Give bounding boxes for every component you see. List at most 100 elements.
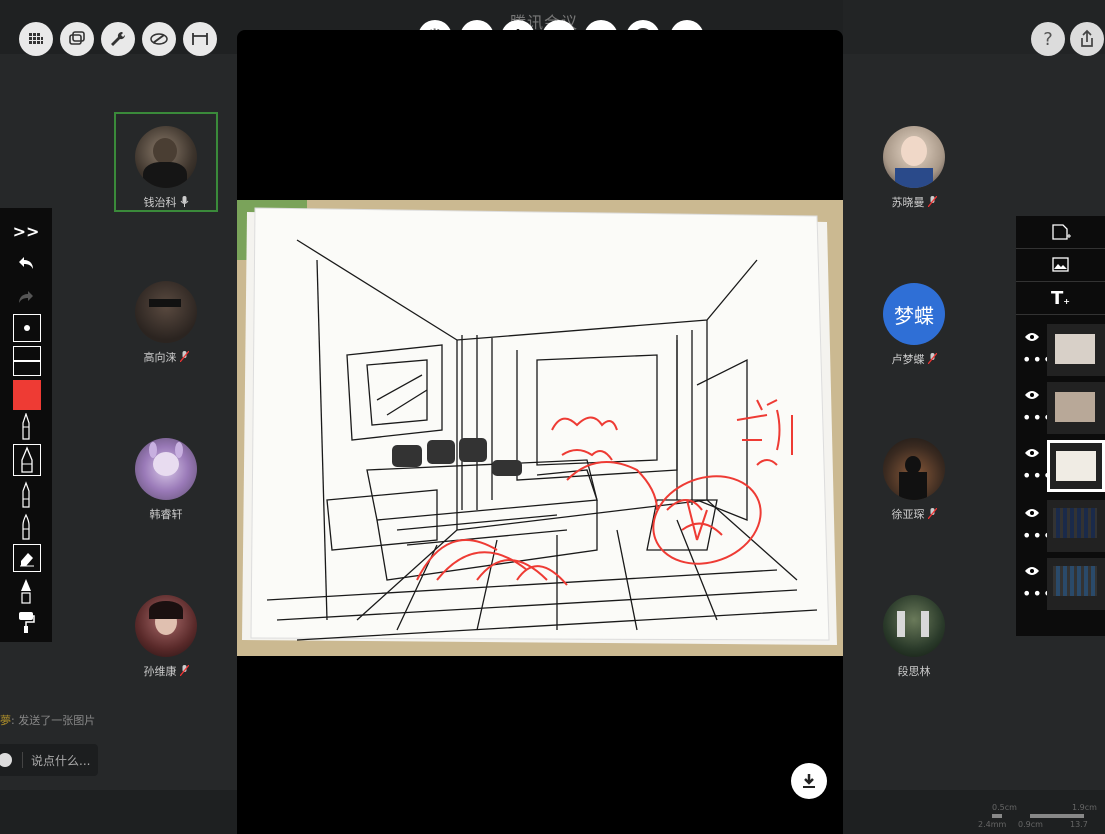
participant-name: 卢梦蝶 — [862, 351, 966, 367]
redo-icon — [19, 291, 33, 303]
avatar — [135, 438, 197, 500]
scale-bar — [1030, 814, 1084, 818]
layers-button[interactable] — [60, 22, 94, 56]
page-thumbnail[interactable] — [1047, 324, 1105, 376]
comet-icon — [150, 33, 168, 45]
add-image-button[interactable] — [1016, 249, 1105, 282]
dot-icon — [24, 325, 30, 331]
participant-name: 孙维康 — [114, 663, 218, 679]
brush-size-button[interactable] — [13, 314, 41, 342]
add-page-button[interactable] — [1016, 216, 1105, 249]
line-icon — [14, 360, 40, 362]
eye-icon[interactable] — [1024, 332, 1040, 342]
participant-tile[interactable]: 孙维康 — [114, 595, 218, 695]
scale-bar — [992, 814, 1002, 818]
share-button[interactable] — [1070, 22, 1104, 56]
share-icon — [1081, 29, 1093, 47]
mic-muted-icon — [179, 351, 189, 362]
page-item-selected[interactable]: ••• — [1016, 436, 1105, 494]
pointer-button[interactable] — [142, 22, 176, 56]
chat-last-message: 夢: 发送了一张图片 — [0, 714, 96, 727]
mic-muted-icon — [927, 353, 937, 364]
page-thumbnail[interactable] — [1047, 382, 1105, 434]
avatar-text: 梦蝶 — [894, 303, 934, 328]
eraser-icon — [20, 553, 34, 567]
participant-name: 高向涞 — [114, 349, 218, 365]
participant-name: 徐亚琛 — [862, 506, 966, 522]
page-item[interactable]: ••• — [1016, 320, 1105, 378]
chat-text: 发送了一张图片 — [18, 714, 96, 727]
grid-icon — [29, 33, 43, 44]
page-item[interactable]: ••• — [1016, 554, 1105, 612]
drawing-toolbar: >> — [0, 208, 52, 642]
eye-icon[interactable] — [1024, 566, 1040, 576]
download-button[interactable] — [791, 763, 827, 799]
sketch-drawing — [237, 200, 843, 656]
eye-icon[interactable] — [1024, 508, 1040, 518]
participant-name: 韩睿轩 — [149, 508, 183, 521]
avatar: 梦蝶 — [883, 283, 945, 345]
scale-label: 13.7 — [1070, 820, 1088, 829]
fountain-pen-icon — [21, 579, 31, 604]
redo-button[interactable] — [8, 286, 44, 308]
undo-icon — [19, 257, 33, 269]
eye-icon[interactable] — [1024, 448, 1040, 458]
participant-name: 苏晓曼 — [862, 194, 966, 210]
double-chevron-icon: >> — [12, 221, 40, 241]
line-width-button[interactable] — [13, 346, 41, 376]
pencil-icon — [22, 481, 30, 508]
participant-tile[interactable]: 徐亚琛 — [862, 438, 966, 538]
participant-tile[interactable]: 苏晓曼 — [862, 126, 966, 226]
participant-tile[interactable]: 梦蝶 卢梦蝶 — [862, 283, 966, 383]
color-swatch-button[interactable] — [13, 380, 41, 410]
brush-icon — [22, 513, 30, 540]
pen-tool-button[interactable] — [8, 412, 44, 442]
eye-icon[interactable] — [1024, 390, 1040, 400]
scale-label: 1.9cm — [1072, 803, 1097, 812]
grid-view-button[interactable] — [19, 22, 53, 56]
chat-sender: 夢 — [0, 714, 11, 727]
scale-label: 2.4mm — [978, 820, 1007, 829]
avatar — [883, 126, 945, 188]
fill-tool-button[interactable] — [8, 608, 44, 636]
settings-button[interactable] — [101, 22, 135, 56]
pages-panel: T+ ••• ••• ••• ••• ••• — [1016, 216, 1105, 636]
pen-icon — [22, 413, 30, 440]
fountain-pen-tool-button[interactable] — [8, 576, 44, 606]
page-thumbnail[interactable] — [1047, 558, 1105, 610]
participant-tile-active[interactable]: 钱治科 — [114, 112, 218, 212]
bottom-bar-right — [843, 790, 1105, 834]
pencil-tool-button[interactable] — [8, 480, 44, 510]
marker-tool-button[interactable] — [13, 444, 41, 476]
participant-tile[interactable]: 段思林 — [862, 595, 966, 695]
text-add-icon: T+ — [1051, 287, 1070, 309]
page-item[interactable]: ••• — [1016, 496, 1105, 554]
fit-width-button[interactable] — [183, 22, 217, 56]
eraser-tool-button[interactable] — [13, 544, 41, 572]
paint-roller-icon — [19, 612, 35, 633]
brush-tool-button[interactable] — [8, 512, 44, 542]
mic-muted-icon — [927, 196, 937, 207]
avatar — [883, 438, 945, 500]
layers-icon — [69, 31, 85, 45]
help-button[interactable]: ? — [1031, 22, 1065, 56]
shared-photo[interactable] — [237, 200, 843, 656]
fit-width-icon — [192, 33, 208, 45]
participant-tile[interactable]: 高向涞 — [114, 281, 218, 381]
emoji-icon[interactable] — [0, 753, 12, 767]
participant-name: 钱治科 — [116, 194, 216, 210]
add-text-button[interactable]: T+ — [1016, 282, 1105, 315]
page-thumbnail[interactable] — [1047, 440, 1105, 492]
marker-icon — [21, 446, 33, 473]
wrench-icon — [111, 31, 126, 46]
chat-placeholder: 说点什么... — [31, 753, 91, 768]
page-item[interactable]: ••• — [1016, 378, 1105, 436]
collapse-toolbar-button[interactable]: >> — [8, 220, 44, 242]
participant-name: 段思林 — [897, 665, 931, 678]
participant-tile[interactable]: 韩睿轩 — [114, 438, 218, 538]
undo-button[interactable] — [8, 252, 44, 274]
scale-label: 0.9cm — [1018, 820, 1043, 829]
page-thumbnail[interactable] — [1047, 500, 1105, 552]
chat-input[interactable]: 说点什么... — [0, 744, 98, 776]
mic-muted-icon — [179, 665, 189, 676]
